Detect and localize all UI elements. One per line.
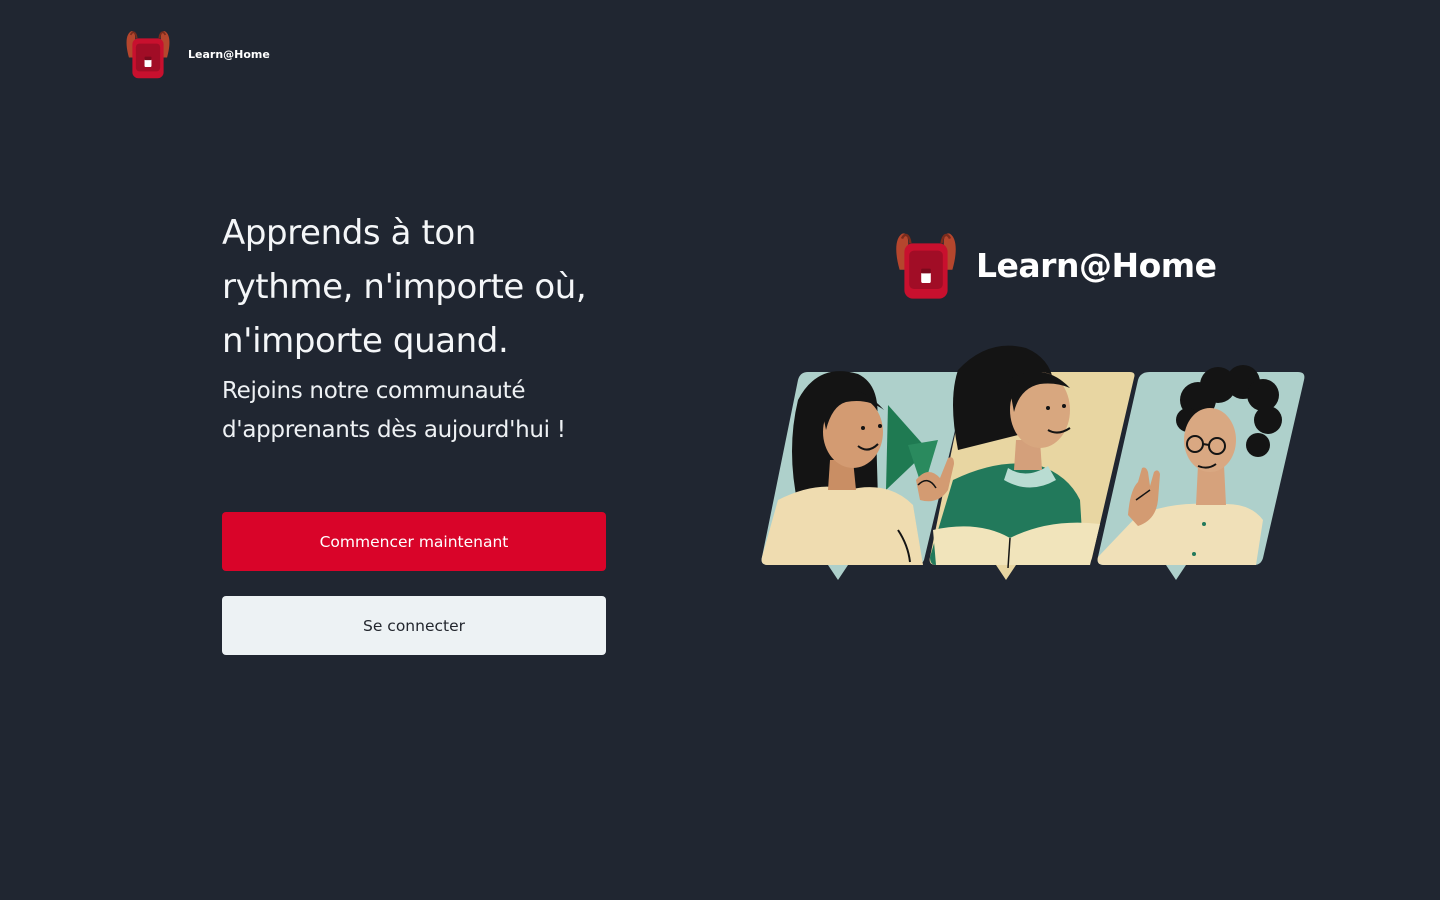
hero-title-line: n'importe quand. <box>222 321 509 361</box>
backpack-icon <box>896 233 956 299</box>
brand-lockup: Learn@Home <box>890 229 1217 301</box>
start-now-button[interactable]: Commencer maintenant <box>222 512 606 571</box>
hero-title-line: Apprends à ton <box>222 213 476 253</box>
header-logo[interactable]: Learn@Home <box>122 28 270 80</box>
hero-section: Apprends à ton rythme, n'importe où, n'i… <box>222 206 622 450</box>
brand-name-large: Learn@Home <box>976 245 1217 285</box>
login-button[interactable]: Se connecter <box>222 596 606 655</box>
hero-subtitle-line: Rejoins notre communauté <box>222 378 526 404</box>
brand-name: Learn@Home <box>188 47 270 61</box>
hero-subtitle: Rejoins notre communauté d'apprenants dè… <box>222 372 622 450</box>
hero-subtitle-line: d'apprenants dès aujourd'hui ! <box>222 417 566 443</box>
backpack-icon <box>126 31 170 79</box>
hero-title-line: rythme, n'importe où, <box>222 267 587 307</box>
hero-title: Apprends à ton rythme, n'importe où, n'i… <box>222 206 622 368</box>
learners-illustration <box>761 345 1305 580</box>
